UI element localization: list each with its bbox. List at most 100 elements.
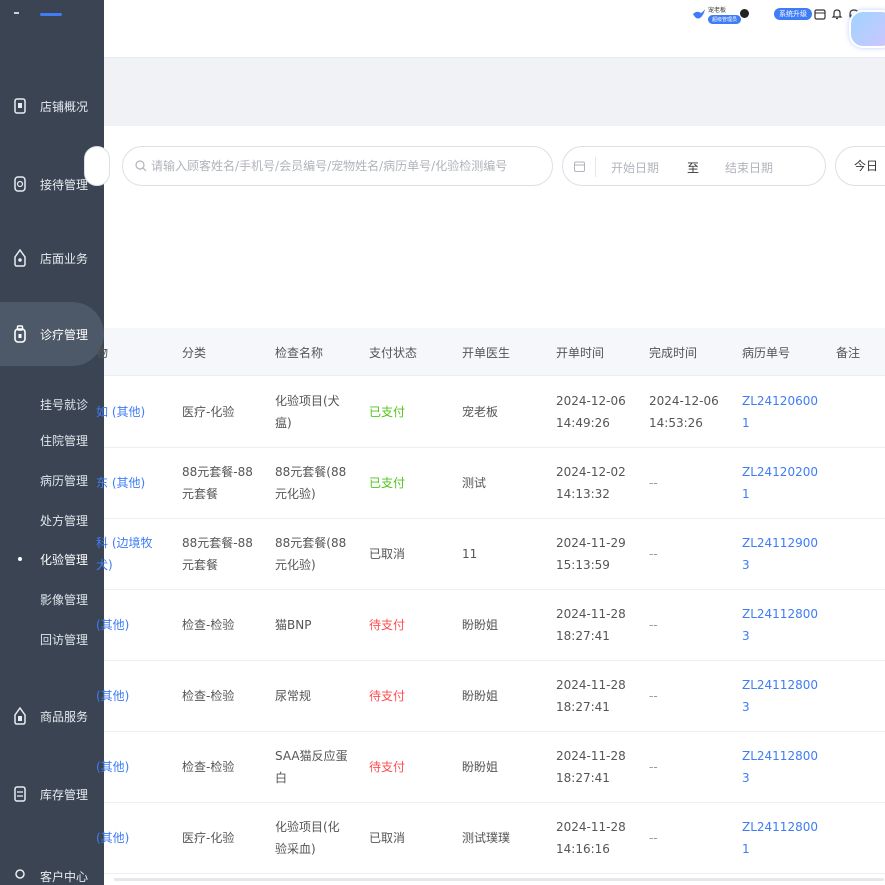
record-number-link[interactable]: ZL24120200 1 (742, 461, 818, 505)
record-number-link[interactable]: ZL24112800 3 (742, 674, 818, 718)
bell-icon[interactable] (831, 8, 843, 20)
table-row[interactable]: (其他) 检查-检验 猫BNP 待支付 盼盼姐 2024-11-28 18:27:41 -- Z… (96, 590, 885, 661)
cell-line: (其他) (96, 689, 130, 703)
nav-item-store-overview[interactable]: 店铺概况 (0, 86, 104, 126)
nav-item-medical[interactable]: 诊疗管理 (0, 302, 104, 366)
sub-label: 影像管理 (40, 593, 89, 607)
pet-cell[interactable]: (其他) (96, 756, 129, 778)
cell-line: 如 (其他) (96, 405, 146, 419)
user-name[interactable]: 宠老板 (708, 5, 726, 14)
settings-icon[interactable] (740, 9, 749, 18)
cell-line: (其他) (96, 618, 130, 632)
pet-cell[interactable]: (其他) (96, 685, 129, 707)
cell-line: 18:27:41 (556, 700, 610, 714)
payment-status-cell: 已支付 (369, 405, 406, 419)
date-start-input[interactable]: 开始日期 (611, 159, 659, 176)
cell-line: 检查-检验 (182, 618, 235, 632)
table-row[interactable]: (其他) 检查-检验 SAA猫反应蛋白 待支付 盼盼姐 2024-11-28 18:27:4… (96, 732, 885, 803)
cell-line: 3 (742, 771, 750, 785)
sub-item-imaging[interactable]: 影像管理 (0, 587, 104, 611)
category-cell: 检查-检验 (182, 685, 234, 707)
done-time-cell: -- (649, 614, 658, 636)
nav-item-customer[interactable]: 客户中心 (0, 856, 104, 885)
nav-label: 库存管理 (40, 787, 89, 802)
sub-item-registration[interactable]: 挂号就诊 (0, 392, 104, 416)
horizontal-scrollbar[interactable] (114, 878, 884, 881)
cell-line: -- (649, 547, 658, 561)
filter-select[interactable] (84, 146, 110, 186)
table-row[interactable]: (其他) 医疗-化验 化验项目(化 验采血) 已取消 测试璞璞 2024-11-28 14:1… (96, 803, 885, 874)
open-time-cell: 2024-12-02 14:13:32 (556, 461, 626, 505)
record-number-link[interactable]: ZL24120600 1 (742, 390, 818, 434)
table-row[interactable]: 如 (其他) 医疗-化验 化验项目(犬 瘟) 已支付 宠老板 2024-12-06 14:49… (96, 377, 885, 448)
category-cell: 检查-检验 (182, 756, 234, 778)
cell-line: 化验项目(化 (275, 820, 340, 834)
nav-label: 客户中心 (40, 869, 89, 884)
today-button[interactable]: 今日 (835, 146, 885, 186)
cell-line: 东 (其他) (96, 476, 146, 490)
payment-status-cell: 已取消 (369, 547, 406, 561)
nav-label: 店铺概况 (40, 99, 89, 114)
doctor-cell: 盼盼姐 (462, 618, 499, 632)
table-row[interactable]: 科 (边境牧 犬) 88元套餐-88 元套餐 88元套餐(88 元化验) 已取消 11 2024… (96, 519, 885, 590)
sub-item-lab[interactable]: 化验管理 (0, 547, 104, 571)
date-range-picker[interactable]: 开始日期 至 结束日期 (562, 146, 826, 186)
cell-line: 2024-11-28 (556, 749, 626, 763)
pet-cell[interactable]: (其他) (96, 827, 129, 849)
cell-line: 14:49:26 (556, 416, 610, 430)
table-row[interactable]: 东 (其他) 88元套餐-88 元套餐 88元套餐(88 元化验) 已支付 测试 2024-1… (96, 448, 885, 519)
doctor-cell: 盼盼姐 (462, 689, 499, 703)
cell-line: 白 (275, 771, 288, 785)
cell-line: 2024-12-02 (556, 465, 626, 479)
sub-item-prescription[interactable]: 处方管理 (0, 508, 104, 532)
cell-line: 犬) (96, 558, 113, 572)
record-number-link[interactable]: ZL24112800 3 (742, 745, 818, 789)
pet-cell[interactable]: 东 (其他) (96, 472, 145, 494)
record-number-link[interactable]: ZL24112800 3 (742, 603, 818, 647)
cell-line: -- (649, 760, 658, 774)
done-time-cell: -- (649, 543, 658, 565)
top-header: 宠老板 超级管理员 系统升级 (104, 0, 885, 58)
record-number-link[interactable]: ZL24112900 3 (742, 532, 818, 576)
sub-item-followup[interactable]: 回访管理 (0, 627, 104, 651)
sub-label: 回访管理 (40, 633, 89, 647)
user-role-badge: 超级管理员 (708, 15, 742, 24)
payment-status-cell: 待支付 (369, 760, 406, 774)
nav-item-goods[interactable]: 商品服务 (0, 696, 104, 736)
cell-line: 元化验) (275, 558, 316, 572)
open-time-cell: 2024-12-06 14:49:26 (556, 390, 626, 434)
search-field[interactable] (122, 146, 553, 186)
search-input[interactable] (151, 155, 546, 177)
doctor-cell: 测试 (462, 476, 487, 490)
sub-item-hospital[interactable]: 住院管理 (0, 428, 104, 452)
cell-line: (其他) (96, 760, 130, 774)
pet-cell[interactable]: 科 (边境牧 犬) (96, 532, 153, 576)
sub-item-records[interactable]: 病历管理 (0, 468, 104, 492)
nav-item-business[interactable]: 店面业务 (0, 238, 104, 278)
exam-name-cell: 化验项目(化 验采血) (275, 816, 340, 860)
cell-line: 88元套餐(88 (275, 536, 347, 550)
cell-line: (其他) (96, 831, 130, 845)
assistant-avatar[interactable] (849, 10, 885, 48)
open-time-cell: 2024-11-28 18:27:41 (556, 603, 626, 647)
table-row[interactable]: (其他) 检查-检验 尿常规 待支付 盼盼姐 2024-11-28 18:27:41 -- ZL… (96, 661, 885, 732)
sub-label: 病历管理 (40, 474, 89, 488)
cell-line: 1 (742, 842, 750, 856)
column-header: 完成时间 (649, 346, 698, 360)
nav-item-inventory[interactable]: 库存管理 (0, 774, 104, 814)
pet-cell[interactable]: (其他) (96, 614, 129, 636)
exam-name-cell: SAA猫反应蛋白 (275, 745, 348, 789)
pet-cell[interactable]: 如 (其他) (96, 401, 145, 423)
date-end-input[interactable]: 结束日期 (725, 159, 773, 176)
cell-line: 18:27:41 (556, 771, 610, 785)
calendar-icon[interactable] (814, 8, 826, 20)
record-number-link[interactable]: ZL24112800 1 (742, 816, 818, 860)
exam-name-cell: 化验项目(犬 瘟) (275, 390, 340, 434)
done-time-cell: -- (649, 827, 658, 849)
payment-status-cell: 已支付 (369, 476, 406, 490)
cell-line: 2024-12-06 (649, 394, 719, 408)
cell-line: -- (649, 476, 658, 490)
column-header: 开单医生 (462, 346, 511, 360)
system-upgrade-button[interactable]: 系统升级 (774, 8, 812, 20)
cell-line: ZL24120200 (742, 465, 818, 479)
